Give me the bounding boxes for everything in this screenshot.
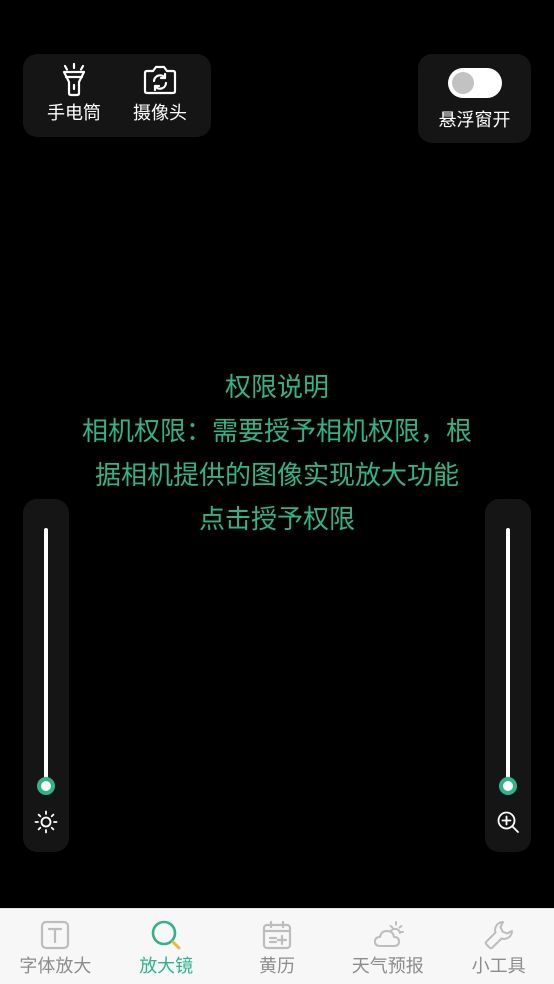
tab-label: 字体放大 [19, 956, 92, 977]
tab-tools[interactable]: 小工具 [443, 909, 554, 984]
tab-label: 小工具 [471, 956, 526, 977]
grant-permission-link[interactable]: 点击授予权限 [0, 498, 554, 542]
tab-almanac[interactable]: 黄历 [222, 909, 333, 984]
brightness-slider[interactable] [23, 499, 69, 852]
flashlight-label: 手电筒 [47, 103, 101, 124]
bottom-tab-bar: 字体放大 放大镜 黄历 天气预报 小工具 [0, 908, 554, 984]
tab-label: 黄历 [258, 956, 295, 977]
zoom-slider-rail [506, 528, 510, 786]
calendar-icon [262, 920, 292, 950]
wrench-icon [484, 921, 513, 950]
flashlight-button[interactable]: 手电筒 [27, 54, 121, 137]
camera-switch-button[interactable]: 摄像头 [113, 54, 207, 137]
text-size-icon [41, 920, 70, 950]
zoom-slider-thumb[interactable] [499, 777, 517, 795]
permission-line-2: 据相机提供的图像实现放大功能 [94, 461, 459, 491]
toggle-knob [451, 72, 474, 94]
tab-label: 放大镜 [139, 956, 194, 977]
magnifier-icon [151, 920, 181, 950]
tools-card: 手电筒 摄像头 [23, 54, 211, 137]
weather-icon [373, 921, 404, 947]
brightness-slider-thumb[interactable] [37, 777, 55, 795]
camera-switch-icon [143, 65, 177, 95]
tab-weather[interactable]: 天气预报 [332, 909, 443, 984]
permission-line-1: 相机权限：需要授予相机权限，根 [81, 417, 472, 447]
float-window-label: 悬浮窗开 [438, 110, 511, 131]
tab-magnifier[interactable]: 放大镜 [111, 909, 222, 984]
brightness-slider-rail [44, 528, 48, 786]
flashlight-icon [62, 62, 86, 97]
permission-notice: 权限说明 相机权限：需要授予相机权限，根 据相机提供的图像实现放大功能 点击授予… [0, 366, 554, 542]
zoom-in-icon [497, 811, 519, 833]
sun-icon [34, 810, 58, 834]
permission-title: 权限说明 [224, 373, 329, 403]
tab-label: 天气预报 [351, 956, 424, 977]
magnifier-screen: 手电筒 摄像头 悬浮窗开 权限说明 相机权限：需要授予相机权限，根 据相机提供的… [0, 0, 554, 984]
camera-label: 摄像头 [133, 103, 187, 124]
zoom-slider[interactable] [485, 499, 531, 852]
float-window-card: 悬浮窗开 [418, 54, 531, 143]
float-window-toggle[interactable] [447, 68, 502, 98]
tab-font-enlarge[interactable]: 字体放大 [0, 909, 111, 984]
